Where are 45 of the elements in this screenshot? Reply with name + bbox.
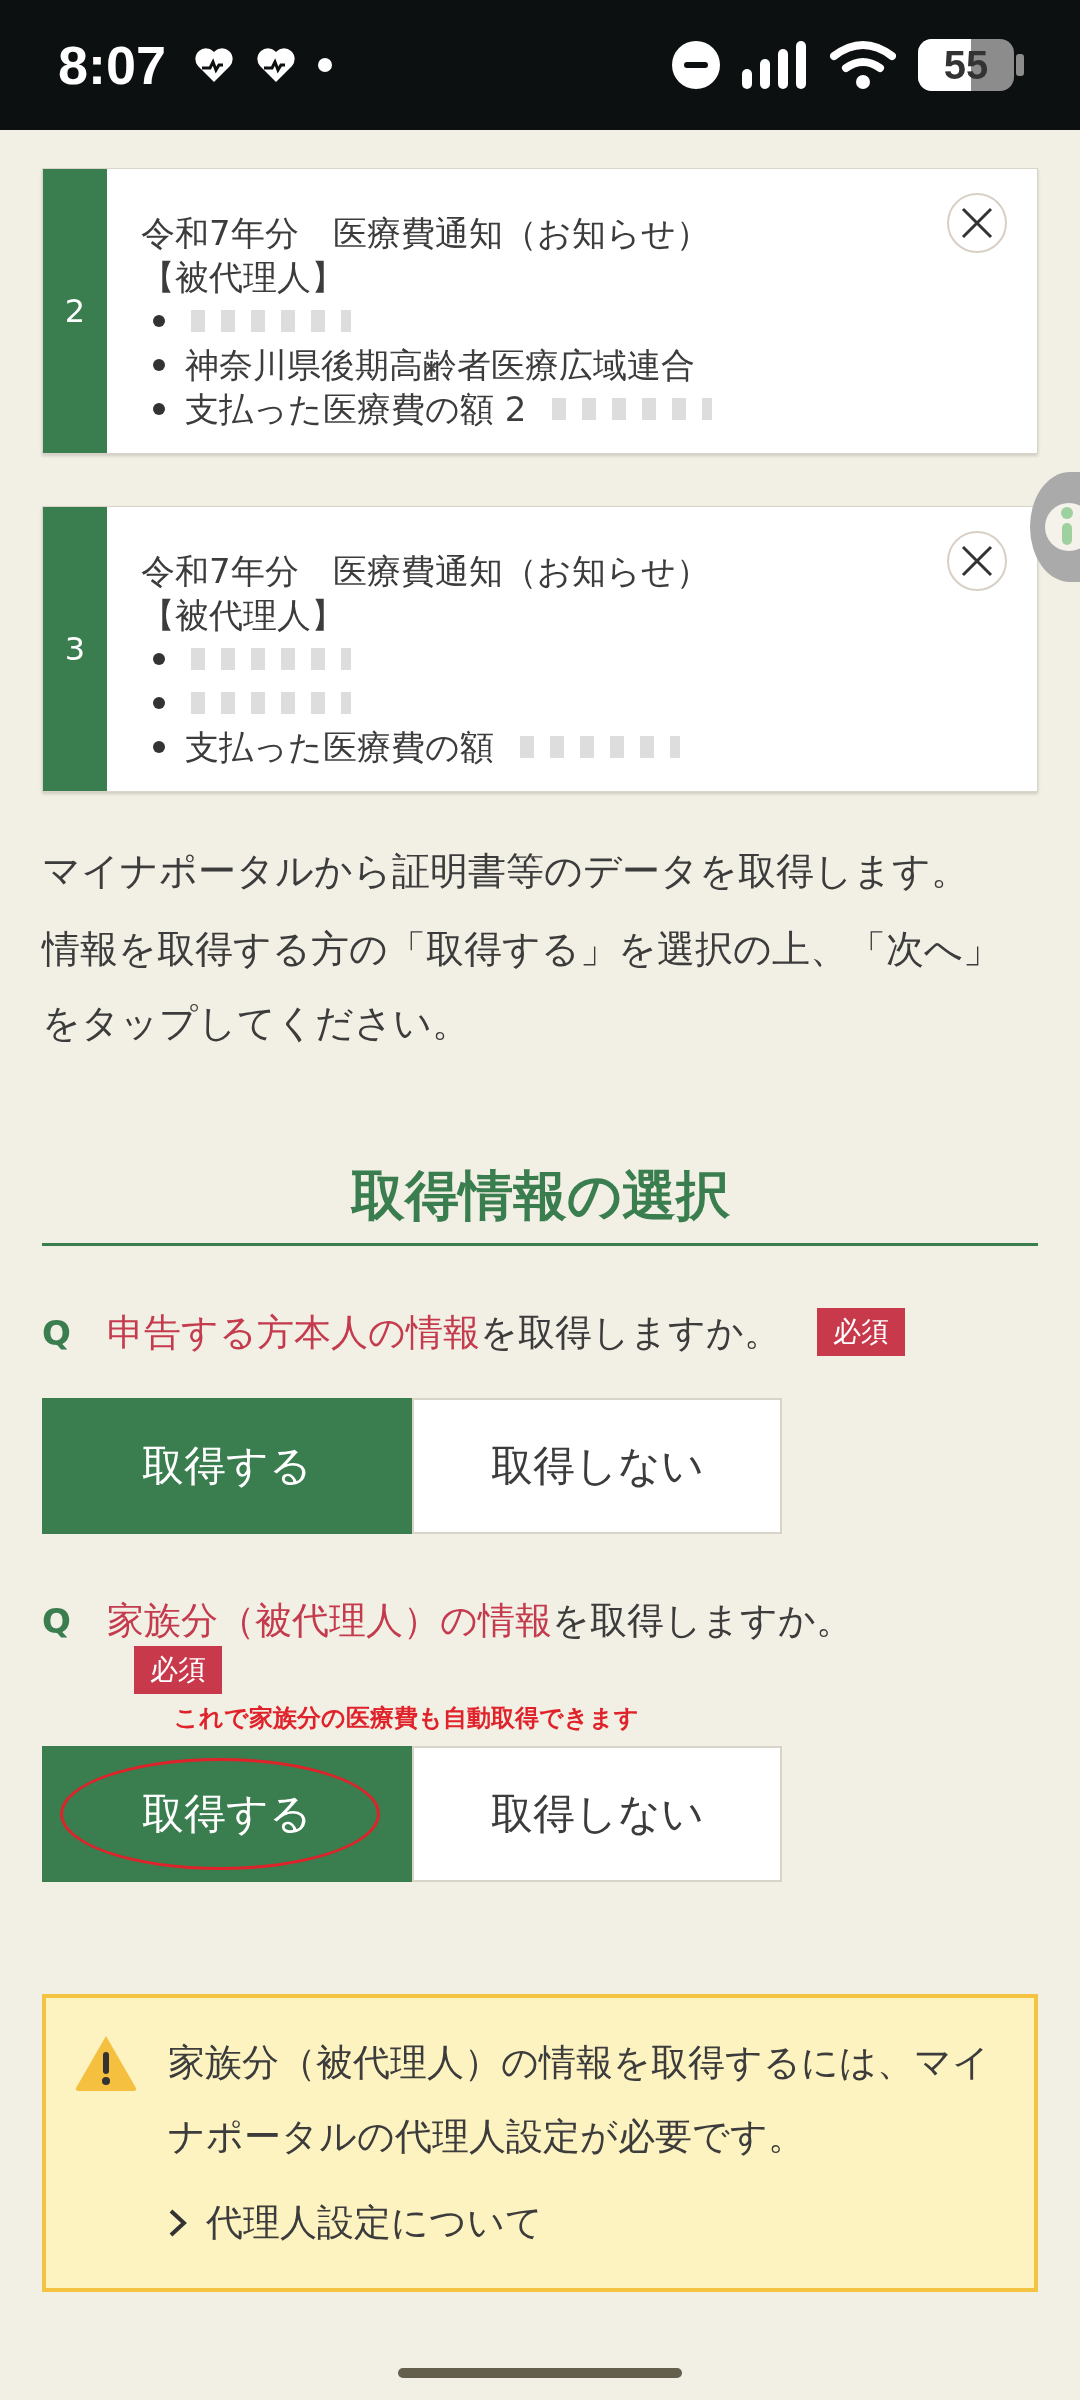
notice-detail: 神奈川県後期高齢者医療広域連合 (185, 344, 695, 387)
bullet-icon (153, 359, 165, 371)
option-button[interactable]: 取得する (42, 1746, 412, 1882)
required-badge: 必須 (134, 1646, 222, 1694)
bullet-icon (153, 653, 165, 665)
heart-icon (194, 46, 235, 84)
bullet-icon (153, 697, 165, 709)
battery-tip-icon (1016, 54, 1024, 76)
option-button[interactable]: 取得しない (412, 1746, 782, 1882)
signal-icon (742, 41, 808, 89)
bullet-icon (153, 315, 165, 327)
question-text: 家族分（被代理人）の情報を取得しますか。 (106, 1598, 853, 1644)
bullet-icon (153, 741, 165, 753)
warning-icon (74, 2034, 138, 2092)
notice-detail: 支払った医療費の額 (185, 726, 494, 769)
bullet-icon (153, 403, 165, 415)
notice-role: 【被代理人】 (141, 594, 346, 637)
notice-number: 2 (43, 169, 107, 453)
question-text: 申告する方本人の情報を取得しますか。 (106, 1310, 781, 1356)
dot-icon (318, 58, 333, 72)
chevron-icon (168, 2208, 188, 2238)
annotation-text: これで家族分の医療費も自動取得できます (174, 1703, 640, 1734)
close-button[interactable] (947, 193, 1007, 253)
option-button[interactable]: 取得する (42, 1398, 412, 1534)
notice-title: 令和7年分 医療費通知（お知らせ） (141, 550, 711, 593)
section-title: 取得情報の選択 (42, 1160, 1038, 1246)
intro-text: 情報を取得する方の「取得する」を選択の上、「次へ」をタップしてください。 (42, 926, 1002, 1047)
required-badge: 必須 (816, 1308, 905, 1356)
notice-detail: 支払った医療費の額 2 (185, 388, 527, 431)
option-button[interactable]: 取得しない (412, 1398, 782, 1534)
wifi-icon (830, 40, 896, 90)
do-not-disturb-icon (672, 41, 720, 89)
notice-number: 3 (43, 507, 107, 791)
clock: 8:07 (58, 34, 167, 96)
intro-text: マイナポータルから証明書等のデータを取得します。 (42, 848, 970, 895)
question-mark-label: Q (42, 1600, 71, 1643)
notice-role: 【被代理人】 (141, 256, 346, 299)
notice-title: 令和7年分 医療費通知（お知らせ） (141, 212, 711, 255)
close-icon (960, 206, 994, 240)
close-button[interactable] (947, 531, 1007, 591)
warning-text: 家族分（被代理人）の情報を取得するには、マイナポータルの代理人設定が必要です。 (168, 2040, 991, 2160)
agent-settings-link[interactable]: 代理人設定について (168, 2198, 1004, 2248)
close-icon (960, 544, 994, 578)
heart-icon (256, 46, 297, 84)
question-mark-label: Q (42, 1312, 71, 1355)
